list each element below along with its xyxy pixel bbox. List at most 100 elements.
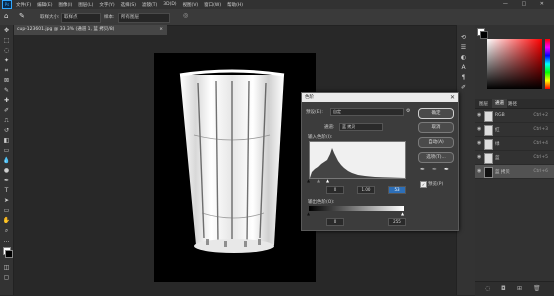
tab-channels[interactable]: 通道	[492, 99, 507, 108]
menu-filter[interactable]: 滤镜(T)	[142, 2, 157, 8]
channel-row-rgb[interactable]: ◉ RGB Ctrl+2	[475, 109, 554, 123]
shape-tool-icon[interactable]: ▭	[2, 206, 11, 215]
home-icon[interactable]: ⌂	[4, 12, 8, 20]
menu-select[interactable]: 选择(S)	[121, 2, 136, 8]
menu-3d[interactable]: 3D(D)	[163, 2, 176, 7]
move-tool-icon[interactable]: ✥	[2, 26, 11, 35]
sample-layers-select[interactable]: 所有图层	[118, 13, 170, 23]
channel-row-red[interactable]: ◉ 红 Ctrl+3	[475, 123, 554, 137]
hue-slider[interactable]	[545, 39, 550, 89]
document-image[interactable]	[154, 53, 316, 282]
eye-icon[interactable]: ◉	[477, 154, 481, 160]
window-controls[interactable]: — □ ✕	[503, 1, 550, 7]
input-black-field[interactable]: 0	[326, 186, 344, 194]
gradient-tool-icon[interactable]: ▭	[2, 146, 11, 155]
menu-file[interactable]: 文件(F)	[16, 2, 31, 8]
tab-paths[interactable]: 路径	[508, 101, 517, 107]
eye-icon[interactable]: ◉	[477, 168, 481, 174]
eye-icon[interactable]: ◉	[477, 140, 481, 146]
input-black-slider[interactable]: ▲	[307, 178, 310, 183]
cancel-button[interactable]: 取消	[418, 122, 454, 133]
menu-help[interactable]: 帮助(H)	[227, 2, 243, 8]
menu-window[interactable]: 窗口(W)	[204, 2, 221, 8]
screen-mode-icon[interactable]: ▢	[2, 273, 11, 282]
marquee-tool-icon[interactable]: ⬚	[2, 36, 11, 45]
eyedropper-tool-icon[interactable]: ✎	[19, 12, 25, 20]
output-gradient-bar	[309, 206, 404, 211]
crop-tool-icon[interactable]: ⌗	[2, 66, 11, 75]
channel-row-green[interactable]: ◉ 绿 Ctrl+4	[475, 137, 554, 151]
lasso-tool-icon[interactable]: ◌	[2, 46, 11, 55]
eraser-tool-icon[interactable]: ◧	[2, 136, 11, 145]
auto-button[interactable]: 自动(A)	[418, 137, 454, 148]
character-panel-icon[interactable]: A	[459, 63, 468, 72]
document-tab[interactable]: cup-123601.jpg @ 33.3% (通道 1, 蓝 拷贝/8) ×	[14, 25, 167, 35]
stamp-tool-icon[interactable]: ⎍	[2, 116, 11, 125]
tab-layers[interactable]: 图层	[479, 101, 488, 107]
menu-view[interactable]: 视图(V)	[183, 2, 199, 8]
output-black-field[interactable]: 0	[326, 218, 344, 226]
tools-panel: ✥ ⬚ ◌ ✦ ⌗ ⊠ ✎ ✚ ✐ ⎍ ↺ ◧ ▭ 💧 ● ✒ T ➤ ▭ ✋ …	[0, 25, 14, 295]
adjustments-panel-icon[interactable]: ◐	[459, 53, 468, 62]
channel-label: 通道:	[324, 125, 335, 130]
dodge-tool-icon[interactable]: ●	[2, 166, 11, 175]
sample-size-select[interactable]: 取样点	[61, 13, 101, 23]
quick-mask-icon[interactable]: ◫	[2, 263, 11, 272]
color-field[interactable]	[487, 39, 542, 89]
zoom-tool-icon[interactable]: ⌕	[2, 226, 11, 235]
color-swatches[interactable]	[2, 247, 13, 261]
channel-row-blue[interactable]: ◉ 蓝 Ctrl+5	[475, 151, 554, 165]
healing-brush-icon[interactable]: ✚	[2, 96, 11, 105]
load-selection-icon[interactable]: ◌	[485, 285, 490, 292]
input-white-slider[interactable]: ▲	[326, 178, 329, 183]
menu-type[interactable]: 文字(Y)	[99, 2, 114, 8]
close-icon[interactable]: ✕	[450, 93, 455, 102]
input-gamma-slider[interactable]: ▲	[317, 178, 320, 183]
frame-tool-icon[interactable]: ⊠	[2, 76, 11, 85]
preview-checkbox[interactable]: ✓	[420, 181, 427, 188]
channel-row-blue-copy[interactable]: ◉ 蓝 拷贝 Ctrl+6	[475, 165, 554, 179]
document-close-icon[interactable]: ×	[159, 25, 163, 35]
magic-wand-tool-icon[interactable]: ✦	[2, 56, 11, 65]
properties-panel-icon[interactable]: ☰	[459, 43, 468, 52]
blur-tool-icon[interactable]: 💧	[2, 156, 11, 165]
dialog-title: 色阶	[305, 95, 314, 100]
type-tool-icon[interactable]: T	[2, 186, 11, 195]
black-eyedropper-icon[interactable]: ✒	[420, 166, 425, 173]
ok-button[interactable]: 确定	[418, 108, 454, 119]
menu-image[interactable]: 图像(I)	[58, 2, 72, 8]
preset-options-gear-icon[interactable]: ⚙	[406, 108, 410, 114]
new-channel-icon[interactable]: ⊞	[517, 285, 522, 292]
paragraph-panel-icon[interactable]: ¶	[459, 73, 468, 82]
eye-icon[interactable]: ◉	[477, 126, 481, 132]
history-panel-icon[interactable]: ⟲	[459, 33, 468, 42]
path-selection-icon[interactable]: ➤	[2, 196, 11, 205]
output-white-field[interactable]: 255	[388, 218, 406, 226]
gray-eyedropper-icon[interactable]: ✒	[432, 166, 437, 173]
menu-edit[interactable]: 编辑(E)	[37, 2, 52, 8]
output-white-slider[interactable]: ▲	[401, 211, 404, 216]
fg-bg-swatch[interactable]	[477, 28, 488, 39]
eyedropper-icon[interactable]: ✎	[2, 86, 11, 95]
output-slider-track[interactable]: ▲ ▲	[307, 211, 404, 216]
input-gamma-field[interactable]: 1.00	[357, 186, 375, 194]
save-selection-icon[interactable]: ◘	[501, 285, 506, 292]
brush-settings-icon[interactable]: ✐	[459, 83, 468, 92]
input-slider-track[interactable]: ▲ ▲ ▲	[307, 178, 404, 183]
brush-tool-icon[interactable]: ✐	[2, 106, 11, 115]
channel-select[interactable]: 蓝 拷贝	[339, 123, 383, 131]
dialog-titlebar[interactable]: 色阶 ✕	[302, 93, 458, 102]
preset-select[interactable]: 自定	[330, 108, 404, 116]
output-black-slider[interactable]: ▲	[307, 211, 310, 216]
more-tools-icon[interactable]: …	[2, 236, 11, 245]
sampling-ring-icon[interactable]: ◎	[183, 12, 188, 19]
pen-tool-icon[interactable]: ✒	[2, 176, 11, 185]
hand-tool-icon[interactable]: ✋	[2, 216, 11, 225]
menu-layer[interactable]: 图层(L)	[78, 2, 93, 8]
input-white-field[interactable]: 53	[388, 186, 406, 194]
history-brush-icon[interactable]: ↺	[2, 126, 11, 135]
delete-channel-icon[interactable]: 🗑	[533, 285, 541, 292]
options-button[interactable]: 选项(T)...	[418, 152, 454, 163]
eye-icon[interactable]: ◉	[477, 112, 481, 118]
white-eyedropper-icon[interactable]: ✒	[444, 166, 449, 173]
